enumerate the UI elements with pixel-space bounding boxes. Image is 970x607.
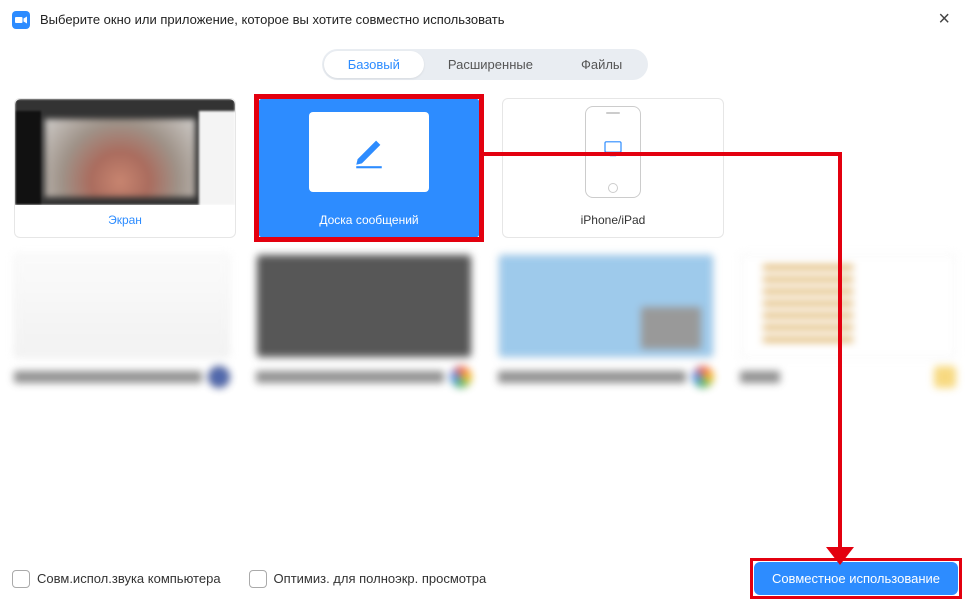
- checkbox-box: [12, 570, 30, 588]
- checkbox-share-audio[interactable]: Совм.испол.звука компьютера: [12, 570, 221, 588]
- checkbox-optimize-fullscreen[interactable]: Оптимиз. для полноэкр. просмотра: [249, 570, 487, 588]
- checkbox-share-audio-label: Совм.испол.звука компьютера: [37, 571, 221, 586]
- checkbox-box: [249, 570, 267, 588]
- whiteboard-thumbnail: [309, 112, 429, 192]
- share-option-screen-label: Экран: [108, 205, 142, 237]
- window-item[interactable]: [498, 254, 714, 388]
- share-option-screen[interactable]: Экран: [14, 98, 236, 238]
- phone-thumbnail: [585, 106, 641, 198]
- window-item[interactable]: [740, 254, 956, 388]
- share-option-iphone-label: iPhone/iPad: [581, 205, 646, 237]
- window-item[interactable]: [14, 254, 230, 388]
- dialog-title: Выберите окно или приложение, которое вы…: [40, 12, 930, 27]
- tab-files[interactable]: Файлы: [557, 51, 646, 78]
- close-icon[interactable]: ×: [930, 8, 958, 31]
- tab-bar: Базовый Расширенные Файлы: [0, 49, 970, 80]
- share-button[interactable]: Совместное использование: [754, 562, 958, 595]
- checkbox-optimize-label: Оптимиз. для полноэкр. просмотра: [274, 571, 487, 586]
- screen-thumbnail: [15, 99, 235, 205]
- tab-advanced[interactable]: Расширенные: [424, 51, 557, 78]
- share-option-iphone-ipad[interactable]: iPhone/iPad: [502, 98, 724, 238]
- share-option-whiteboard-label: Доска сообщений: [319, 205, 418, 237]
- tab-basic[interactable]: Базовый: [324, 51, 424, 78]
- window-item[interactable]: [256, 254, 472, 388]
- zoom-app-icon: [12, 11, 30, 29]
- share-option-whiteboard[interactable]: Доска сообщений: [258, 98, 480, 238]
- airplay-icon: [603, 141, 623, 162]
- pencil-icon: [352, 135, 386, 169]
- window-list-blurred: [0, 238, 970, 388]
